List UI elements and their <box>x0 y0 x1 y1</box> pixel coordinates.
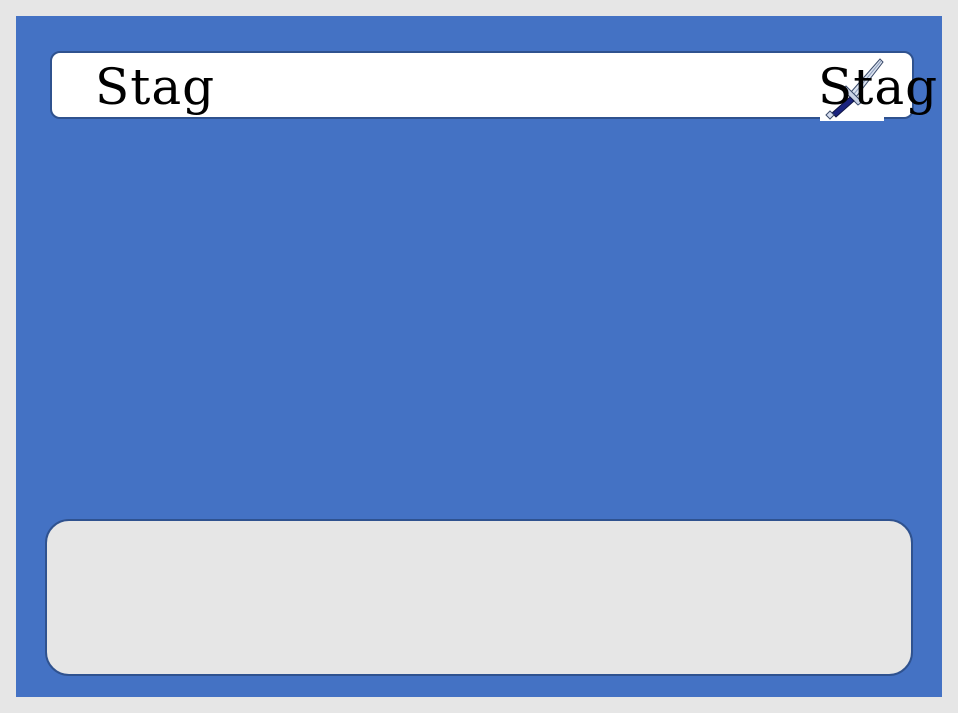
dialog-box[interactable] <box>45 519 913 676</box>
player-name-right: Stag <box>818 58 939 116</box>
player-name-left: Stag <box>95 58 216 116</box>
